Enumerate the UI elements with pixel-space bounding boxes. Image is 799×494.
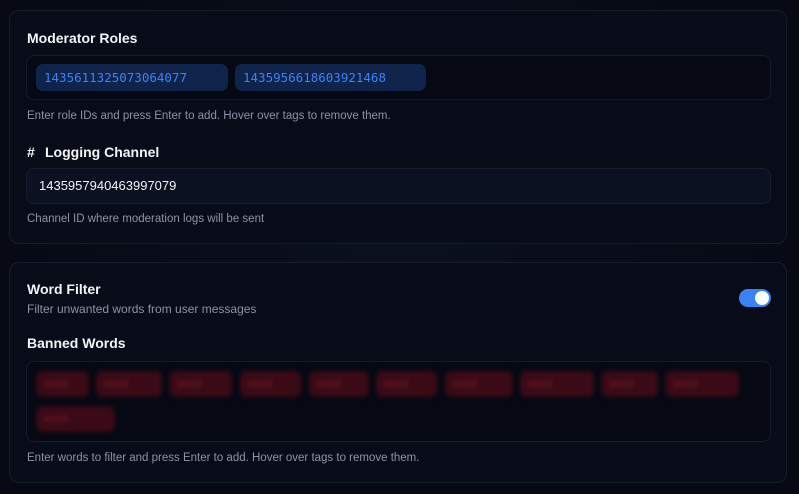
hash-icon: # (27, 144, 35, 160)
word-filter-toggle[interactable] (739, 289, 771, 307)
banned-word-tag[interactable]: word (240, 371, 301, 397)
toggle-knob (755, 291, 769, 305)
banned-word-tag[interactable]: word (665, 371, 739, 397)
banned-word-tag[interactable]: word (445, 371, 513, 397)
banned-words-input[interactable]: word word word word word word word word … (26, 361, 771, 442)
logging-channel-title: # Logging Channel (27, 144, 159, 160)
moderator-roles-help: Enter role IDs and press Enter to add. H… (27, 110, 391, 122)
banned-word-tag[interactable]: word (36, 371, 89, 397)
settings-page: Moderator Roles 1435611325073064077 1435… (0, 0, 799, 494)
banned-words-help: Enter words to filter and press Enter to… (27, 452, 420, 464)
logging-channel-input[interactable]: 1435957940463997079 (26, 168, 771, 204)
word-filter-card: Word Filter Filter unwanted words from u… (9, 262, 787, 483)
banned-word-tag[interactable]: word (601, 371, 658, 397)
moderator-roles-title: Moderator Roles (27, 30, 138, 46)
word-filter-description: Filter unwanted words from user messages (27, 302, 257, 316)
logging-channel-help: Channel ID where moderation logs will be… (27, 213, 265, 225)
role-tag[interactable]: 1435611325073064077 (36, 64, 228, 91)
banned-word-tag[interactable]: word (169, 371, 232, 397)
banned-word-tag[interactable]: word (309, 371, 369, 397)
moderation-card: Moderator Roles 1435611325073064077 1435… (9, 10, 787, 244)
banned-word-tag[interactable]: word (520, 371, 594, 397)
moderator-roles-input[interactable]: 1435611325073064077 1435956618603921468 (26, 55, 771, 100)
banned-word-tag[interactable]: word (36, 406, 115, 432)
banned-word-tag[interactable]: word (96, 371, 162, 397)
word-filter-title: Word Filter (27, 281, 101, 297)
logging-channel-label: Logging Channel (45, 144, 160, 160)
banned-word-tag[interactable]: word (376, 371, 437, 397)
role-tag[interactable]: 1435956618603921468 (235, 64, 426, 91)
banned-words-title: Banned Words (27, 335, 126, 351)
